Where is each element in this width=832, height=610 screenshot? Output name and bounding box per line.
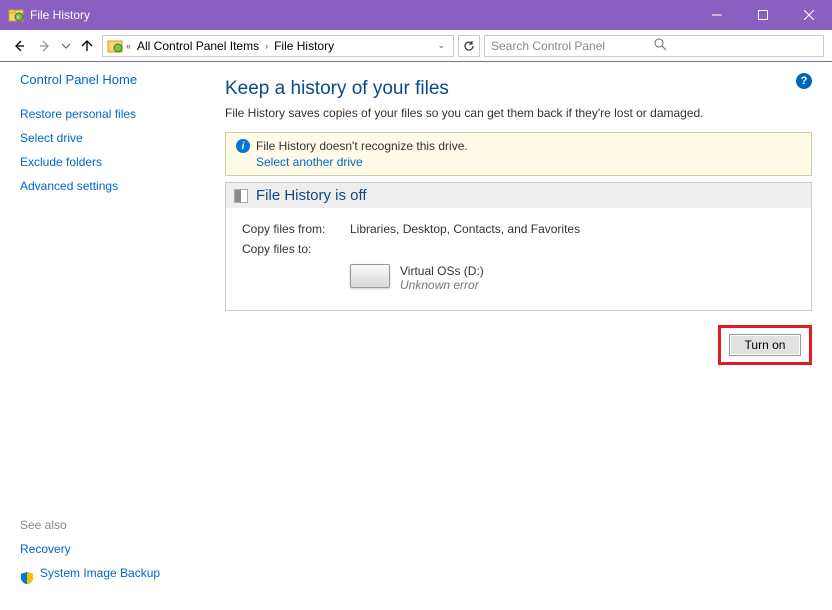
chevron-down-icon[interactable]: ⌄ bbox=[433, 40, 449, 51]
breadcrumb-root[interactable]: « bbox=[125, 41, 132, 51]
address-bar[interactable]: « All Control Panel Items › File History… bbox=[102, 35, 454, 57]
restore-files-link[interactable]: Restore personal files bbox=[20, 107, 200, 121]
search-icon[interactable] bbox=[654, 38, 817, 54]
minimize-button[interactable] bbox=[694, 0, 740, 30]
copy-from-label: Copy files from: bbox=[242, 222, 350, 236]
search-input[interactable]: Search Control Panel bbox=[484, 35, 824, 57]
page-title: Keep a history of your files bbox=[225, 78, 812, 100]
drive-icon bbox=[350, 264, 390, 288]
see-also-heading: See also bbox=[20, 518, 200, 532]
main-content: Keep a history of your files File Histor… bbox=[225, 78, 812, 365]
select-another-drive-link[interactable]: Select another drive bbox=[256, 155, 363, 169]
sidebar: Control Panel Home Restore personal file… bbox=[20, 72, 200, 203]
control-panel-home-link[interactable]: Control Panel Home bbox=[20, 72, 200, 87]
forward-button[interactable] bbox=[34, 35, 56, 57]
status-header: File History is off bbox=[226, 183, 811, 208]
drive-error: Unknown error bbox=[400, 278, 484, 292]
status-box: File History is off Copy files from: Lib… bbox=[225, 182, 812, 311]
history-dropdown[interactable] bbox=[60, 35, 72, 57]
page-description: File History saves copies of your files … bbox=[225, 106, 812, 120]
warning-text: File History doesn't recognize this driv… bbox=[256, 139, 468, 153]
recovery-link[interactable]: Recovery bbox=[20, 542, 200, 556]
drive-name: Virtual OSs (D:) bbox=[400, 264, 484, 278]
turn-on-highlight: Turn on bbox=[718, 325, 812, 365]
drive-info: Virtual OSs (D:) Unknown error bbox=[350, 264, 795, 292]
folder-icon bbox=[107, 38, 123, 54]
breadcrumb-file-history[interactable]: File History bbox=[271, 39, 337, 53]
advanced-settings-link[interactable]: Advanced settings bbox=[20, 179, 200, 193]
exclude-folders-link[interactable]: Exclude folders bbox=[20, 155, 200, 169]
refresh-button[interactable] bbox=[458, 35, 480, 57]
close-button[interactable] bbox=[786, 0, 832, 30]
app-icon bbox=[8, 7, 24, 23]
titlebar: File History bbox=[0, 0, 832, 30]
copy-to-label: Copy files to: bbox=[242, 242, 350, 256]
back-button[interactable] bbox=[8, 35, 30, 57]
see-also: See also Recovery System Image Backup bbox=[20, 518, 200, 590]
info-icon: i bbox=[236, 139, 250, 153]
copy-from-value: Libraries, Desktop, Contacts, and Favori… bbox=[350, 222, 580, 236]
select-drive-link[interactable]: Select drive bbox=[20, 131, 200, 145]
search-placeholder: Search Control Panel bbox=[491, 39, 654, 53]
warning-box: i File History doesn't recognize this dr… bbox=[225, 132, 812, 176]
status-icon bbox=[234, 189, 248, 203]
shield-icon bbox=[20, 571, 34, 585]
turn-on-button[interactable]: Turn on bbox=[729, 334, 801, 356]
chevron-right-icon[interactable]: › bbox=[264, 41, 269, 51]
maximize-button[interactable] bbox=[740, 0, 786, 30]
breadcrumb-all-items[interactable]: All Control Panel Items bbox=[134, 39, 262, 53]
navbar: « All Control Panel Items › File History… bbox=[0, 30, 832, 62]
window-title: File History bbox=[30, 8, 694, 22]
up-button[interactable] bbox=[76, 35, 98, 57]
system-image-backup-link[interactable]: System Image Backup bbox=[40, 566, 160, 580]
status-title: File History is off bbox=[256, 187, 367, 204]
